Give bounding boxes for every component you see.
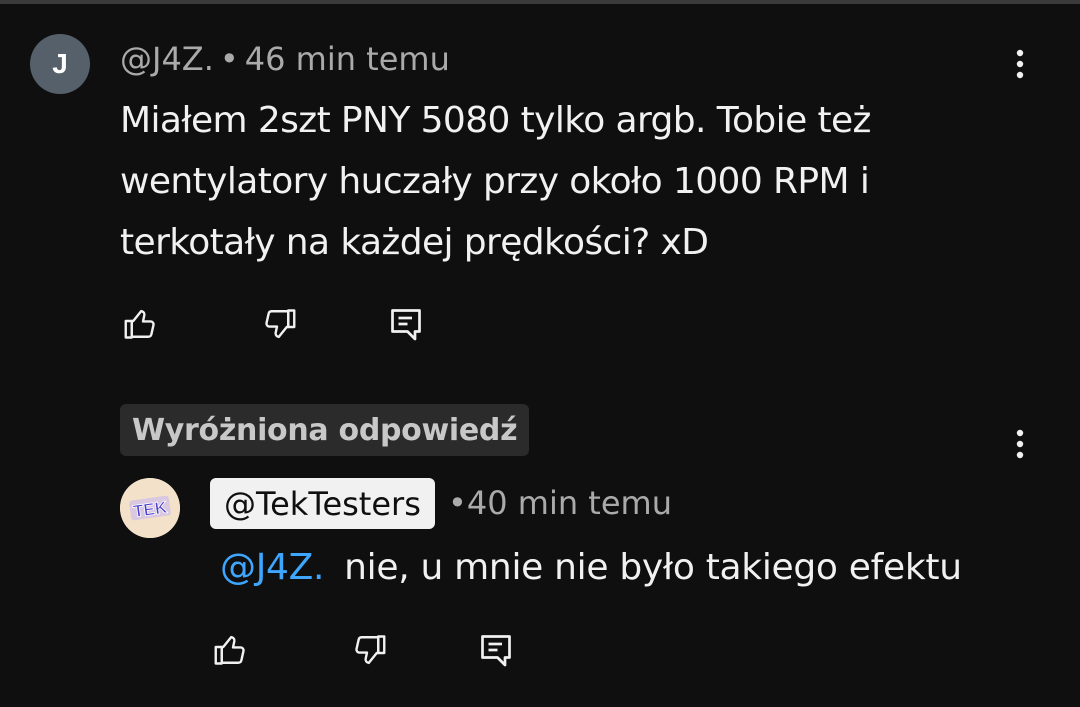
reply-author-chip[interactable]: @TekTesters — [210, 478, 435, 529]
comment-meta: @J4Z. • 46 min temu — [120, 40, 450, 78]
reply-reply-button[interactable] — [476, 630, 516, 670]
reply-dislike-button[interactable] — [350, 630, 390, 670]
reply-avatar[interactable]: TEK — [120, 478, 180, 538]
tek-logo-icon: TEK — [120, 478, 180, 538]
comment-author[interactable]: @J4Z. — [120, 40, 214, 78]
reply-button[interactable] — [386, 304, 426, 344]
thumbs-up-icon — [214, 635, 245, 665]
reply-icon — [481, 635, 511, 667]
reply-menu-button[interactable] — [1000, 424, 1040, 464]
thumbs-down-icon — [355, 635, 386, 665]
comment-body: Miałem 2szt PNY 5080 tylko argb. Tobie t… — [120, 100, 871, 263]
more-vert-icon — [1016, 49, 1024, 79]
more-vert-icon — [1016, 429, 1024, 459]
reply-body-text: nie, u mnie nie było takiego efektu — [344, 547, 962, 588]
comment-time[interactable]: 46 min temu — [245, 40, 450, 78]
highlighted-reply-badge: Wyróżniona odpowiedź — [120, 404, 530, 456]
thumbs-up-icon — [124, 309, 155, 339]
like-button[interactable] — [120, 304, 160, 344]
avatar-letter: J — [52, 48, 68, 79]
dislike-button[interactable] — [260, 304, 300, 344]
comment-menu-button[interactable] — [1000, 44, 1040, 84]
reply-icon — [391, 309, 421, 341]
reply-author: @TekTesters — [224, 484, 421, 523]
meta-separator: • — [448, 484, 467, 522]
top-divider — [0, 0, 1080, 4]
meta-separator: • — [219, 40, 239, 78]
thumbs-down-icon — [265, 309, 296, 339]
mention-link[interactable]: @J4Z. — [220, 547, 324, 588]
reply-time[interactable]: 40 min temu — [467, 484, 672, 522]
reply-like-button[interactable] — [210, 630, 250, 670]
reply-body: @J4Z. nie, u mnie nie było takiego efektu — [220, 540, 962, 596]
reply-meta: •40 min temu — [448, 484, 672, 522]
avatar[interactable]: J — [30, 34, 90, 94]
